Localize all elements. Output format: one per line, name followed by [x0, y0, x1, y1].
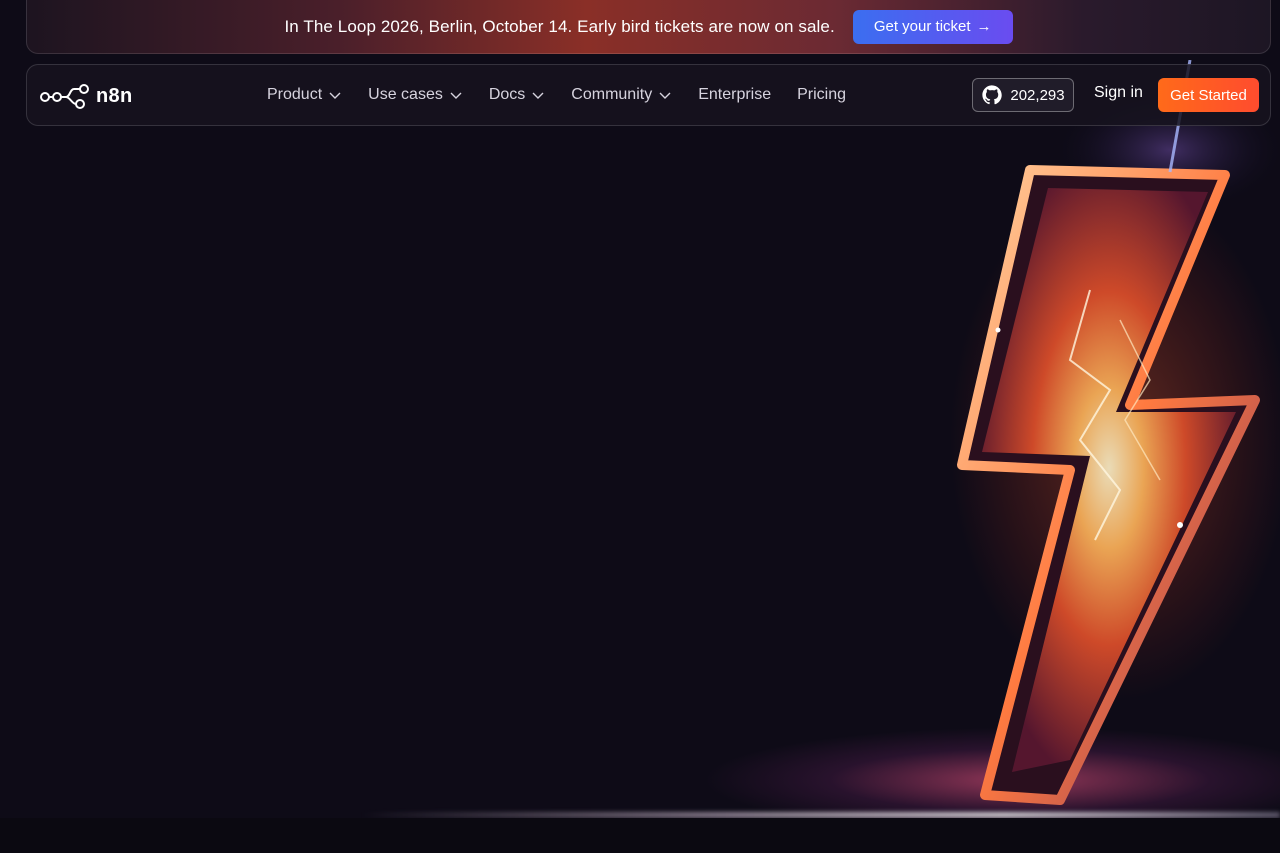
hero-bottom-band	[0, 818, 1280, 853]
github-stars-button[interactable]: 202,293	[972, 78, 1074, 112]
github-stars-count: 202,293	[1010, 86, 1065, 104]
nav-item-docs[interactable]: Docs	[489, 86, 545, 104]
hero-section	[0, 0, 1280, 853]
github-icon	[982, 85, 1003, 105]
nav-item-label: Pricing	[797, 86, 847, 103]
get-started-button[interactable]: Get Started	[1158, 78, 1259, 112]
get-ticket-button[interactable]: Get your ticket →	[852, 9, 1013, 44]
nav-item-pricing[interactable]: Pricing	[797, 86, 846, 104]
logo[interactable]: n8n	[40, 83, 132, 109]
arrow-right-icon: →	[976, 18, 992, 35]
nav-item-use-cases[interactable]: Use cases	[368, 86, 463, 104]
nav-item-enterprise[interactable]: Enterprise	[698, 86, 771, 104]
nav-item-label: Use cases	[368, 86, 443, 103]
chevron-down-icon	[659, 92, 671, 99]
nav-item-label: Community	[571, 86, 653, 103]
nav-item-product[interactable]: Product	[267, 86, 342, 104]
main-navbar: n8n Product Use cases Docs Community Ent…	[26, 64, 1271, 126]
nav-item-label: Enterprise	[698, 86, 772, 103]
nav-item-label: Docs	[488, 86, 526, 103]
announcement-text: In The Loop 2026, Berlin, October 14. Ea…	[284, 16, 835, 36]
chevron-down-icon	[532, 92, 544, 99]
lightning-bolt-icon	[950, 60, 1280, 805]
logo-text: n8n	[96, 84, 133, 107]
chevron-down-icon	[329, 92, 341, 99]
sign-in-link[interactable]: Sign in	[1094, 84, 1143, 102]
get-ticket-label: Get your ticket	[873, 18, 971, 35]
chevron-down-icon	[450, 92, 462, 99]
page: In The Loop 2026, Berlin, October 14. Ea…	[0, 0, 1280, 853]
nav-item-community[interactable]: Community	[571, 86, 672, 104]
n8n-logo-icon	[40, 84, 89, 109]
nav-item-label: Product	[267, 86, 323, 103]
announcement-bar: In The Loop 2026, Berlin, October 14. Ea…	[26, 0, 1271, 54]
nav-links: Product Use cases Docs Community Enterpr…	[267, 65, 872, 125]
